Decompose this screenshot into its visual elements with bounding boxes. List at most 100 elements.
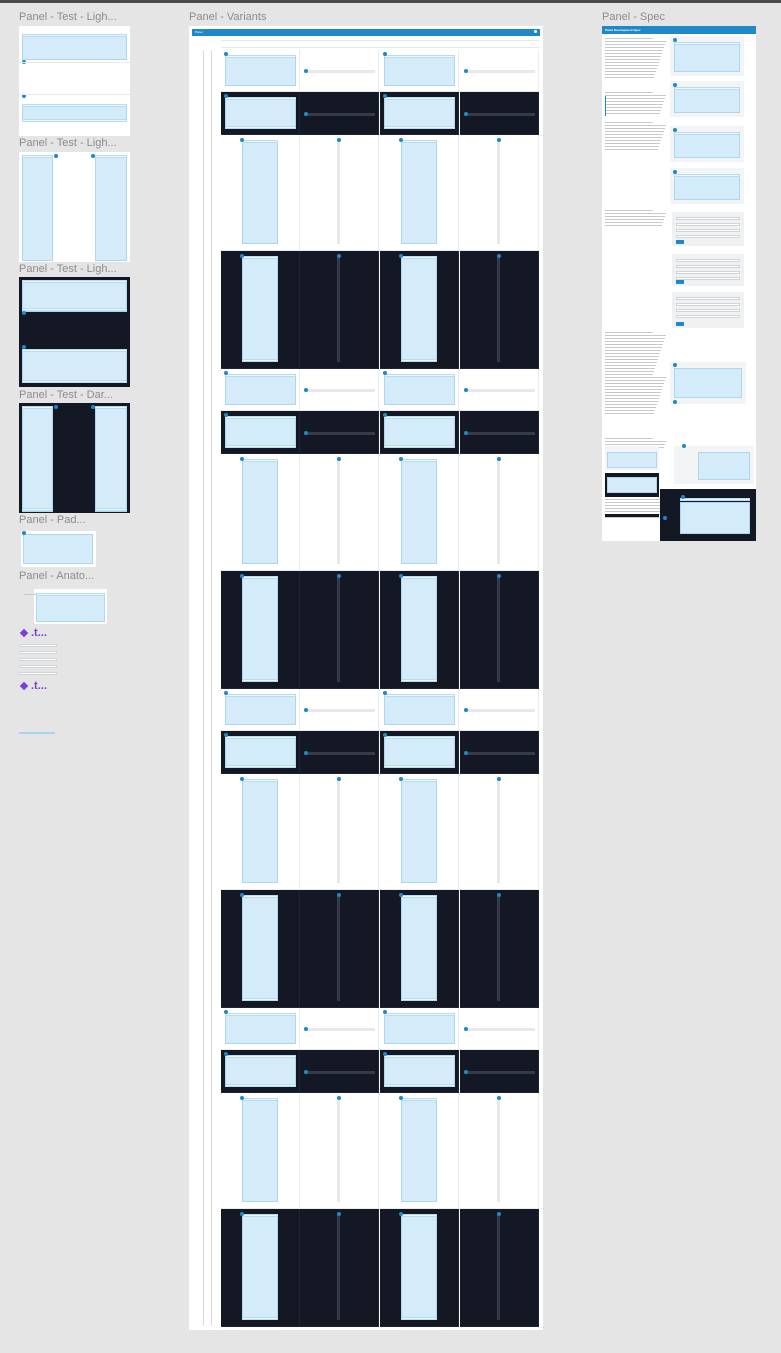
collapsed-panel <box>337 1098 340 1202</box>
panel-header <box>95 406 127 409</box>
prop-field[interactable] <box>19 672 57 675</box>
panel-header <box>22 104 127 107</box>
panel-preview <box>384 1013 455 1044</box>
marker-dot <box>383 691 387 695</box>
collapsed-panel <box>304 1028 375 1031</box>
panel-footer <box>242 359 278 362</box>
collapsed-panel <box>497 779 500 883</box>
panel-header <box>680 498 750 501</box>
panel-preview <box>242 779 278 883</box>
spec-text-line <box>605 122 653 123</box>
frame-title-variants[interactable]: Panel - Variants <box>189 11 389 23</box>
panel-footer <box>22 380 127 383</box>
spec-text-line <box>605 38 653 39</box>
frame-test-dark[interactable] <box>19 403 130 513</box>
frame-test-light-1[interactable] <box>19 26 130 136</box>
collapsed-panel <box>497 1214 500 1320</box>
component-link-2[interactable]: .t... <box>19 680 47 692</box>
prop-field[interactable] <box>19 658 57 661</box>
panel-header <box>22 155 53 158</box>
panel-preview <box>384 416 455 448</box>
spec-text-line <box>605 222 663 223</box>
spec-text-line <box>605 56 661 57</box>
panel-preview <box>225 694 296 725</box>
marker-dot <box>224 1052 228 1056</box>
panel-header <box>384 1055 455 1058</box>
variants-header: Panel <box>192 29 540 36</box>
marker-dot <box>663 516 667 520</box>
frame-padding[interactable] <box>19 529 99 569</box>
panel-header <box>36 593 105 596</box>
marker-dot <box>464 1070 468 1074</box>
spec-text-line <box>605 377 666 378</box>
frame-title-test-light-1[interactable]: Panel - Test - Ligh... <box>19 11 131 23</box>
component-icon <box>19 681 29 691</box>
frame-title-spec[interactable]: Panel - Spec <box>602 11 762 23</box>
spec-board[interactable]: Panel Development Spec <box>602 26 756 541</box>
panel-preview <box>225 1013 296 1044</box>
marker-dot <box>304 1070 308 1074</box>
panel-footer <box>242 998 278 1001</box>
panel-preview <box>225 374 296 405</box>
panel-footer <box>225 765 296 768</box>
spec-text-line <box>605 113 660 114</box>
panel-preview <box>698 452 750 480</box>
marker-dot <box>383 94 387 98</box>
panel-preview <box>95 155 127 261</box>
spec-text-line <box>605 441 666 442</box>
panel-preview <box>384 374 455 405</box>
spec-text-line <box>605 68 657 69</box>
panel-header <box>384 736 455 739</box>
frame-test-light-3[interactable] <box>19 277 130 387</box>
frame-title-test-light-2[interactable]: Panel - Test - Ligh... <box>19 137 131 149</box>
spec-text-line <box>605 125 666 126</box>
prop-field[interactable] <box>19 665 57 668</box>
marker-dot <box>383 371 387 375</box>
marker-dot <box>464 112 468 116</box>
form-field <box>676 277 740 280</box>
panel-header <box>242 1214 278 1217</box>
frame-title-test-light-3[interactable]: Panel - Test - Ligh... <box>19 263 131 275</box>
frame-anatomy[interactable] <box>19 584 109 624</box>
frame-title-padding[interactable]: Panel - Pad... <box>19 514 99 526</box>
panel-footer <box>384 1084 455 1087</box>
spec-text-line <box>605 383 664 384</box>
marker-dot <box>673 170 677 174</box>
collapsed-panel <box>497 1098 500 1202</box>
panel-preview <box>225 416 296 448</box>
panel-header <box>225 1055 296 1058</box>
group-bracket <box>203 50 204 1326</box>
spec-text-line <box>605 353 660 354</box>
spec-text-line <box>605 511 662 512</box>
collapsed-panel <box>464 1028 535 1031</box>
prop-field[interactable] <box>19 644 57 647</box>
spec-text-line <box>605 137 662 138</box>
marker-dot <box>337 574 341 578</box>
marker-dot <box>337 138 341 142</box>
props-panel[interactable] <box>19 642 57 680</box>
frame-test-light-2[interactable] <box>19 152 130 262</box>
frame-title-test-dark[interactable]: Panel - Test - Dar... <box>19 389 131 401</box>
column-header-line <box>221 40 539 41</box>
prop-field[interactable] <box>19 651 57 654</box>
form-field <box>676 303 740 306</box>
panel-preview <box>401 140 437 244</box>
panel-header <box>674 87 740 90</box>
frame-title-anatomy[interactable]: Panel - Anato... <box>19 570 109 582</box>
panel-preview <box>36 593 105 622</box>
marker-dot <box>224 691 228 695</box>
panel-header <box>384 694 455 697</box>
collapsed-panel <box>304 709 375 712</box>
panel-preview <box>401 256 437 362</box>
form-field <box>676 297 740 300</box>
panel-preview <box>242 256 278 362</box>
marker-dot <box>399 1096 403 1100</box>
spec-text-line <box>605 71 656 72</box>
spec-text-line <box>605 44 665 45</box>
panel-preview <box>242 459 278 564</box>
component-link-1[interactable]: .t... <box>19 627 47 639</box>
variants-board[interactable]: Panel <box>189 26 543 1330</box>
marker-dot <box>304 751 308 755</box>
panel-header <box>242 895 278 898</box>
spec-text-line <box>605 386 663 387</box>
